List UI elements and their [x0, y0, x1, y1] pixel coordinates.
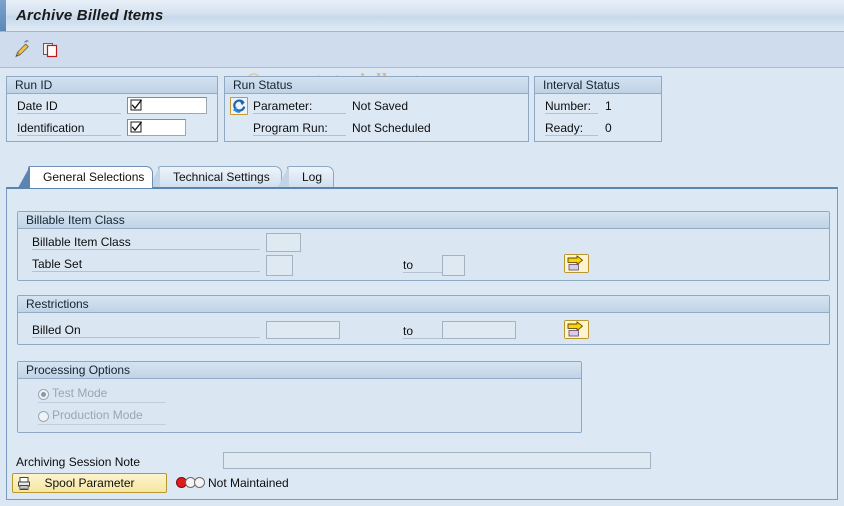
radio-test-mode-label: Test Mode [52, 386, 108, 400]
interval-status-group-title: Interval Status [535, 77, 661, 94]
billable-item-class-section: Billable Item Class Billable Item Class … [17, 211, 830, 281]
table-set-label: Table Set [32, 257, 260, 272]
radio-production-mode-label: Production Mode [52, 408, 143, 422]
run-id-group-body: Date ID Identification [7, 94, 217, 140]
tab-log-label: Log [302, 170, 323, 184]
restrictions-section: Restrictions Billed On to [17, 295, 830, 345]
spool-status-text: Not Maintained [208, 476, 289, 490]
date-id-label: Date ID [17, 99, 121, 114]
archiving-session-note-input[interactable] [223, 452, 651, 469]
billed-on-label: Billed On [32, 323, 260, 338]
radio-test-mode-dot [38, 389, 49, 400]
interval-number-value: 1 [605, 99, 612, 113]
date-id-input[interactable] [127, 97, 207, 114]
refresh-icon[interactable] [230, 97, 248, 115]
billable-item-class-label: Billable Item Class [32, 235, 260, 250]
spool-parameter-button[interactable]: Spool Parameter [12, 473, 167, 493]
program-run-value: Not Scheduled [352, 121, 431, 135]
billed-on-to-input[interactable] [442, 321, 516, 339]
application-toolbar: © www.tutorialkart.com [0, 32, 844, 92]
interval-status-group-body: Number: 1 Ready: 0 [535, 94, 661, 140]
tab-corner-shape [277, 166, 289, 188]
billable-item-class-section-title: Billable Item Class [18, 212, 829, 229]
radio-production-mode-underline [38, 424, 166, 425]
tab-general-selections-label: General Selections [43, 170, 145, 184]
interval-ready-label: Ready: [545, 121, 598, 136]
run-status-group-body: Parameter: Not Saved Program Run: Not Sc… [225, 94, 528, 140]
program-run-label: Program Run: [253, 121, 346, 136]
run-id-group-title: Run ID [7, 77, 217, 94]
parameter-value: Not Saved [352, 99, 409, 113]
billed-on-from-input[interactable] [266, 321, 340, 339]
traffic-light-green-icon [194, 477, 205, 488]
edit-pencil-icon[interactable] [12, 40, 32, 60]
run-id-group: Run ID Date ID Identification [6, 76, 218, 142]
processing-options-section-title: Processing Options [18, 362, 581, 379]
tab-technical-settings-label: Technical Settings [173, 170, 270, 184]
table-set-to-input[interactable] [442, 255, 465, 276]
checkbox-check-icon [130, 121, 143, 133]
spool-parameter-button-label: Spool Parameter [44, 476, 135, 490]
interval-status-group: Interval Status Number: 1 Ready: 0 [534, 76, 662, 142]
restrictions-section-title: Restrictions [18, 296, 829, 313]
interval-number-label: Number: [545, 99, 598, 114]
window-title-bar: Archive Billed Items [0, 0, 844, 32]
sap-window: Archive Billed Items © www.tutorialkart.… [0, 0, 844, 506]
radio-test-mode-underline [38, 402, 166, 403]
table-set-from-input[interactable] [266, 255, 293, 276]
processing-options-section: Processing Options Test Mode Production … [17, 361, 582, 433]
interval-ready-value: 0 [605, 121, 612, 135]
run-status-group-title: Run Status [225, 77, 528, 94]
tab-log[interactable]: Log [277, 166, 334, 188]
radio-production-mode-dot [38, 411, 49, 422]
billable-item-class-multiple-selection-button[interactable] [564, 254, 589, 273]
parameter-label: Parameter: [253, 99, 346, 114]
tab-corner-shape [18, 166, 30, 188]
identification-label: Identification [17, 121, 121, 136]
tab-general-selections[interactable]: General Selections [18, 166, 153, 188]
copy-icon[interactable] [40, 40, 60, 60]
tab-technical-settings[interactable]: Technical Settings [148, 166, 282, 188]
title-accent-bar [0, 0, 6, 31]
billable-item-class-input[interactable] [266, 233, 301, 252]
tab-strip: General Selections Technical Settings Lo… [6, 166, 838, 188]
page-title: Archive Billed Items [16, 7, 164, 24]
identification-input[interactable] [127, 119, 186, 136]
printer-icon [17, 476, 32, 491]
run-status-group: Run Status Parameter: Not Saved Program … [224, 76, 529, 142]
archiving-session-note-label: Archiving Session Note [16, 455, 141, 469]
checkbox-check-icon [130, 99, 143, 111]
restrictions-multiple-selection-button[interactable] [564, 320, 589, 339]
